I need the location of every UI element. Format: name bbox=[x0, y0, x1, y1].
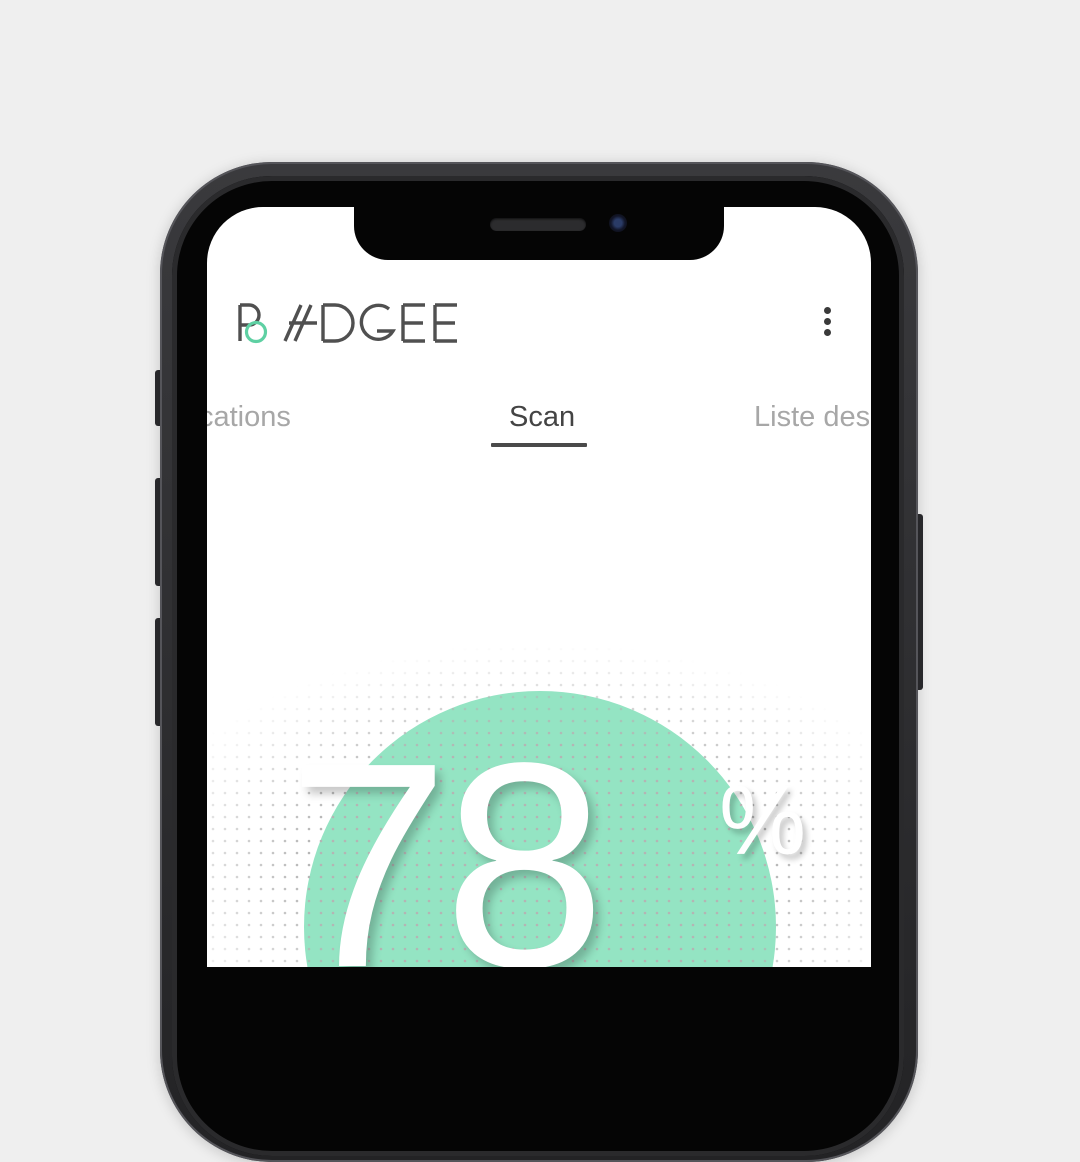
tab-notifications[interactable]: cations bbox=[207, 400, 291, 434]
tab-list[interactable]: Liste des bbox=[754, 400, 870, 434]
tab-scan[interactable]: Scan bbox=[509, 400, 575, 434]
front-camera bbox=[609, 214, 627, 232]
active-tab-indicator bbox=[491, 443, 587, 447]
more-vertical-icon bbox=[823, 306, 831, 314]
score-percent-sign: % bbox=[719, 765, 807, 875]
badgee-logo bbox=[237, 301, 463, 345]
speaker-grille bbox=[490, 218, 586, 231]
score-value: 78 bbox=[287, 702, 606, 967]
app-screen: cations Scan Liste des 78 % bbox=[207, 207, 871, 967]
more-menu-button[interactable] bbox=[815, 301, 839, 341]
